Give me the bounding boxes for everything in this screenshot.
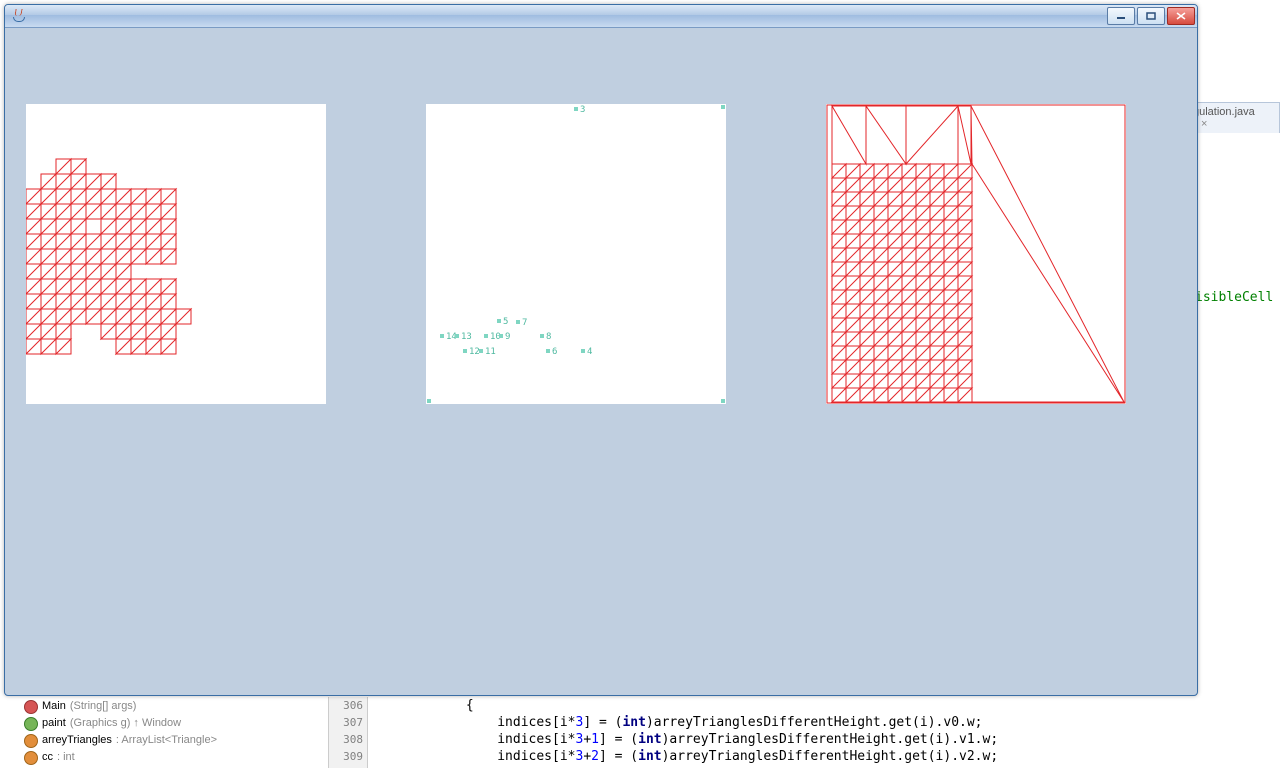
svg-text:6: 6	[552, 347, 557, 357]
line-number-gutter: 306307308309	[328, 697, 368, 768]
svg-text:7: 7	[522, 318, 527, 328]
svg-text:4: 4	[587, 347, 592, 357]
close-icon[interactable]: ×	[1201, 118, 1207, 130]
svg-text:5: 5	[503, 317, 508, 327]
svg-text:3: 3	[580, 105, 585, 115]
close-button[interactable]	[1167, 7, 1195, 25]
partial-code-token: isibleCell	[1195, 290, 1273, 305]
outline-item[interactable]: Main (String[] args)	[24, 698, 324, 715]
field-icon	[24, 734, 38, 748]
outline-type: : int	[57, 749, 75, 766]
java-icon	[11, 8, 27, 24]
outline-item[interactable]: arreyTriangles : ArrayList<Triangle>	[24, 732, 324, 749]
svg-text:13: 13	[461, 332, 472, 342]
canvas-right	[826, 104, 1126, 404]
maximize-button[interactable]	[1137, 7, 1165, 25]
svg-text:12: 12	[469, 347, 480, 357]
outline-sig: (Graphics g) ↑ Window	[70, 715, 181, 732]
editor-tab-label: gulation.java	[1193, 106, 1255, 118]
svg-text:9: 9	[505, 332, 510, 342]
svg-text:11: 11	[485, 347, 496, 357]
outline-item[interactable]: paint (Graphics g) ↑ Window	[24, 715, 324, 732]
minimize-button[interactable]	[1107, 7, 1135, 25]
method-icon	[24, 717, 38, 731]
outline-item[interactable]: cc : int	[24, 749, 324, 766]
outline-label: paint	[42, 715, 66, 732]
outline-type: : ArrayList<Triangle>	[116, 732, 217, 749]
canvas-left	[26, 104, 326, 404]
outline-label: cc	[42, 749, 53, 766]
method-icon	[24, 700, 38, 714]
outline-label: Main	[42, 698, 66, 715]
titlebar[interactable]	[5, 5, 1197, 28]
window-client-area: 35714131098121164	[9, 31, 1193, 691]
svg-text:8: 8	[546, 332, 551, 342]
outline-tree[interactable]: Main (String[] args) paint (Graphics g) …	[24, 698, 324, 766]
outline-sig: (String[] args)	[70, 698, 137, 715]
code-editor[interactable]: { indices[i*3] = (int)arreyTrianglesDiff…	[372, 697, 1280, 768]
field-icon	[24, 751, 38, 765]
outline-label: arreyTriangles	[42, 732, 112, 749]
canvas-middle: 35714131098121164	[426, 104, 726, 404]
java-window: 35714131098121164	[4, 4, 1198, 696]
